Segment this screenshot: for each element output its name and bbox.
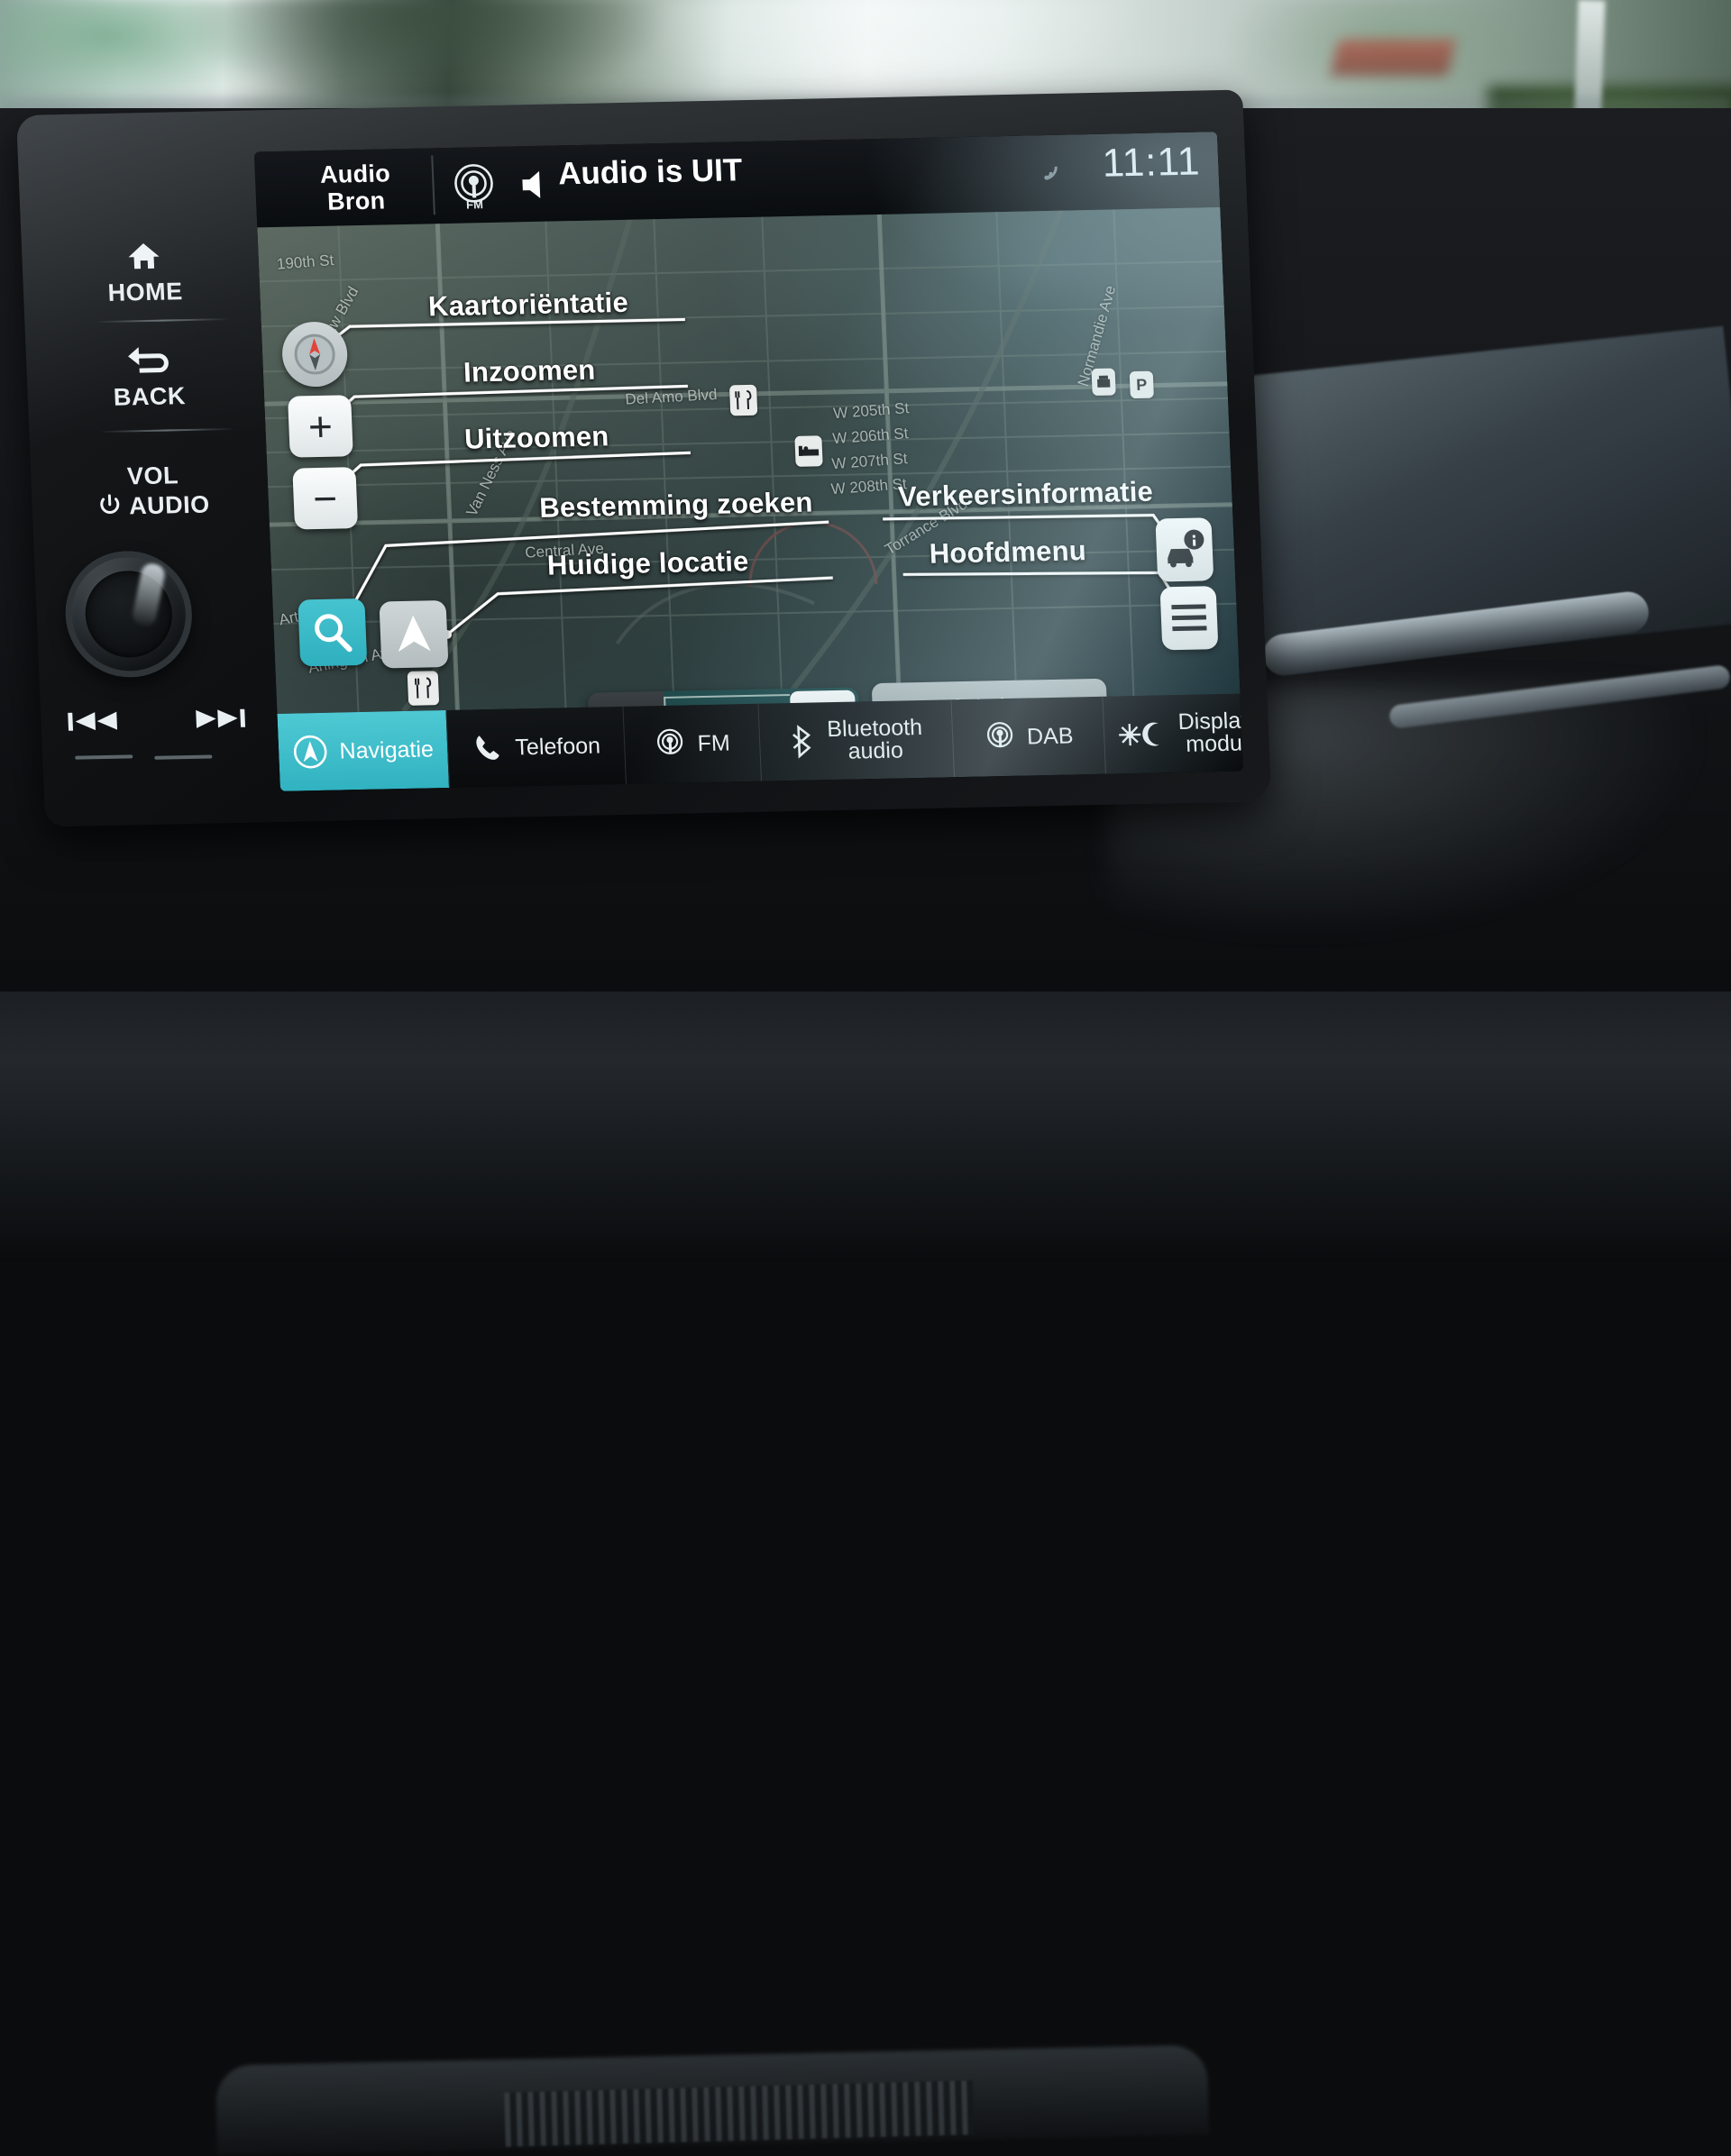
- callout-main-menu: Hoofdmenu: [929, 534, 1086, 571]
- main-menu-button[interactable]: [1160, 586, 1219, 650]
- radio-icon: [983, 720, 1017, 755]
- zoom-out-button[interactable]: −: [292, 467, 358, 529]
- brightness-icon: [1117, 718, 1168, 750]
- source-item-telefoon[interactable]: Telefoon: [446, 707, 627, 788]
- navigation-arrow-icon: [392, 611, 435, 657]
- signal-icon: [1043, 159, 1071, 186]
- hamburger-menu-icon: [1168, 601, 1209, 635]
- callout-current-location: Huidige locatie: [546, 545, 749, 582]
- phone-icon: [472, 732, 505, 765]
- audio-source-button[interactable]: Audio Bron: [287, 160, 424, 216]
- callout-search-destination: Bestemming zoeken: [539, 487, 814, 525]
- traffic-car-icon: [1161, 526, 1208, 572]
- audio-label: AUDIO: [129, 491, 211, 521]
- next-track-icon[interactable]: [194, 706, 247, 739]
- home-button[interactable]: HOME: [58, 239, 232, 308]
- callout-traffic-info: Verkeersinformatie: [897, 476, 1153, 514]
- fm-radio-icon: FM: [448, 161, 500, 213]
- audio-source-line2: Bron: [288, 187, 425, 216]
- transport-controls: [66, 706, 247, 742]
- callout-zoom-out: Uitzoomen: [463, 420, 609, 455]
- current-location-button[interactable]: [379, 600, 448, 668]
- audio-state-label: Audio is UIT: [557, 152, 743, 192]
- source-item-navigatie[interactable]: Navigatie: [277, 710, 450, 791]
- svg-text:FM: FM: [466, 197, 483, 211]
- back-button[interactable]: BACK: [62, 343, 236, 413]
- source-label: Navigatie: [339, 736, 434, 764]
- volume-audio-label-group: VOL AUDIO: [67, 461, 241, 522]
- source-item-fm[interactable]: FM: [623, 704, 762, 784]
- source-label-line2: audio: [847, 737, 903, 763]
- source-item-dab[interactable]: DAB: [951, 697, 1106, 777]
- back-button-label: BACK: [113, 382, 186, 411]
- prev-track-icon[interactable]: [66, 708, 119, 742]
- volume-label: VOL: [126, 461, 179, 489]
- center-console: [0, 991, 1731, 1262]
- infotainment-screen[interactable]: Audio Bron FM Audio is UIT: [254, 132, 1243, 791]
- source-label-line2: modus: [1186, 730, 1243, 757]
- plus-icon: +: [307, 403, 334, 451]
- magnifier-icon: [308, 608, 357, 656]
- radio-icon: [654, 726, 688, 762]
- status-bar-divider: [431, 155, 435, 215]
- hardkey-divider-1: [95, 318, 230, 323]
- back-arrow-icon: [62, 343, 235, 383]
- source-item-display-modus[interactable]: Display- modus: [1103, 693, 1243, 774]
- search-destination-button[interactable]: [298, 598, 367, 666]
- audio-source-line1: Audio: [287, 160, 423, 189]
- zoom-in-button[interactable]: +: [288, 395, 353, 457]
- compass-icon: [290, 331, 339, 379]
- source-item-bluetooth-audio[interactable]: Bluetooth audio: [758, 699, 955, 781]
- hardkey-divider-2: [99, 428, 234, 433]
- head-unit: HOME BACK VOL AUDIO: [16, 90, 1271, 827]
- callout-map-orientation: Kaartoriëntatie: [427, 287, 628, 324]
- minus-icon: −: [312, 475, 338, 523]
- home-button-label: HOME: [107, 278, 183, 306]
- source-label-multiline: Bluetooth audio: [827, 717, 924, 763]
- source-label: Telefoon: [515, 733, 601, 761]
- traffic-info-button[interactable]: [1155, 517, 1214, 581]
- source-label-multiline: Display- modus: [1177, 709, 1243, 756]
- map-view[interactable]: 190th St Crenshaw Blvd Del Amo Blvd Van …: [257, 207, 1240, 714]
- callout-zoom-in: Inzoomen: [463, 354, 596, 389]
- background-red-sign: [1331, 40, 1456, 76]
- bluetooth-icon: [789, 723, 818, 760]
- clock: 11:11: [1102, 140, 1202, 187]
- home-icon: [58, 239, 231, 279]
- source-label: DAB: [1026, 723, 1074, 750]
- source-label: FM: [697, 730, 730, 757]
- power-icon: [98, 493, 123, 522]
- navigation-compass-icon: [292, 734, 330, 771]
- speaker-mute-icon: [518, 167, 556, 206]
